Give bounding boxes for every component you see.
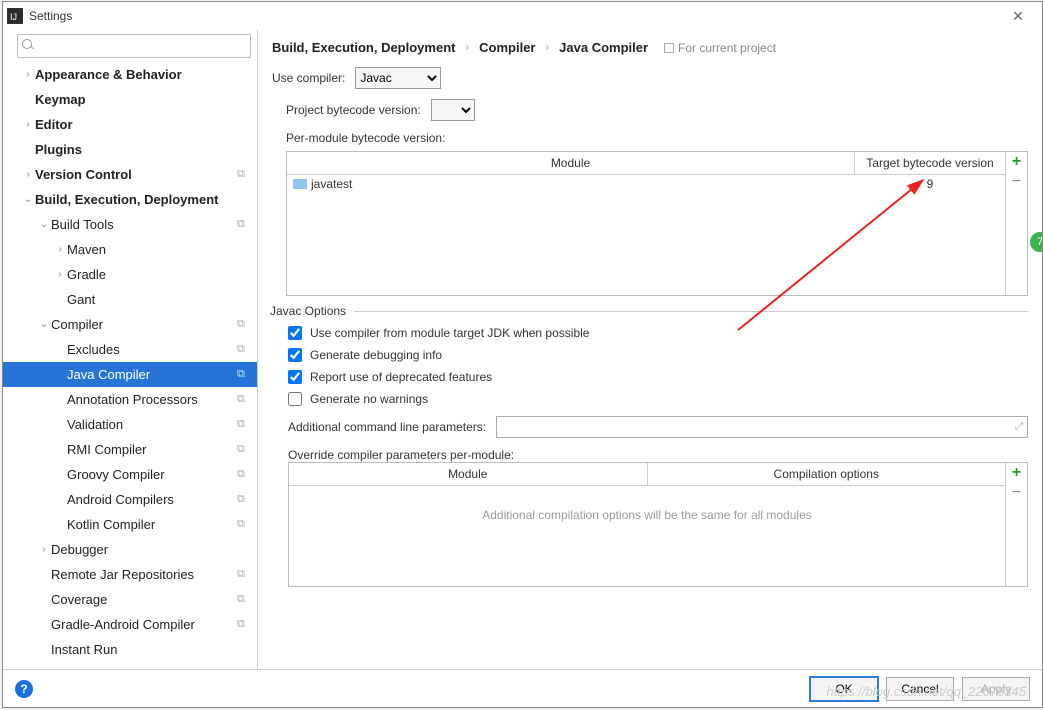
- use-compiler-row: Use compiler: Javac: [272, 67, 1028, 89]
- tree-gradle[interactable]: ›Gradle: [3, 262, 257, 287]
- tree-gradle-android[interactable]: Gradle-Android Compiler⧉: [3, 612, 257, 637]
- svg-text:IJ: IJ: [10, 12, 17, 22]
- copy-icon: ⧉: [237, 418, 251, 432]
- bytecode-section: Project bytecode version: Per-module byt…: [286, 99, 1028, 296]
- footer: ? OK Cancel Apply https://blog.csdn.net/…: [3, 669, 1042, 707]
- search-wrap: [3, 30, 257, 62]
- th-target: Target bytecode version: [855, 152, 1005, 174]
- tree-excludes[interactable]: Excludes⧉: [3, 337, 257, 362]
- copy-icon: ⧉: [237, 468, 251, 482]
- use-compiler-select[interactable]: Javac: [355, 67, 441, 89]
- copy-icon: ⧉: [237, 593, 251, 607]
- copy-icon: ⧉: [237, 343, 251, 357]
- copy-icon: ⧉: [237, 318, 251, 332]
- tree-gant[interactable]: Gant: [3, 287, 257, 312]
- chevron-right-icon: ›: [465, 42, 469, 54]
- remove-button[interactable]: −: [1007, 483, 1027, 503]
- add-button[interactable]: +: [1007, 463, 1027, 483]
- empty-hint: Additional compilation options will be t…: [289, 486, 1005, 544]
- copy-icon: ⧉: [237, 493, 251, 507]
- tree-compiler[interactable]: ⌄Compiler⧉: [3, 312, 257, 337]
- copy-icon: ⧉: [237, 368, 251, 382]
- param-label: Additional command line parameters:: [288, 420, 486, 434]
- override-table: Module Compilation options Additional co…: [288, 462, 1028, 587]
- remove-button[interactable]: −: [1007, 172, 1027, 192]
- tree-maven[interactable]: ›Maven: [3, 237, 257, 262]
- copy-icon: ⧉: [237, 443, 251, 457]
- tree-bed[interactable]: ⌄Build, Execution, Deployment: [3, 187, 257, 212]
- per-module-table: Module Target bytecode version javatest …: [286, 151, 1028, 296]
- settings-window: IJ Settings ✕ ›Appearance & Behavior Key…: [2, 1, 1043, 708]
- opt-use-module-jdk[interactable]: [288, 326, 302, 340]
- param-input[interactable]: ⤢: [496, 416, 1028, 438]
- copy-icon: ⧉: [237, 618, 251, 632]
- expand-icon[interactable]: ⤢: [1015, 421, 1023, 432]
- search-input[interactable]: [17, 34, 251, 58]
- opt-deprecated[interactable]: [288, 370, 302, 384]
- copy-icon: [664, 43, 674, 53]
- help-icon[interactable]: ?: [15, 680, 33, 698]
- tree-editor[interactable]: ›Editor: [3, 112, 257, 137]
- override-label: Override compiler parameters per-module:: [288, 448, 1028, 462]
- tree-annotation[interactable]: Annotation Processors⧉: [3, 387, 257, 412]
- tree-rmi[interactable]: RMI Compiler⧉: [3, 437, 257, 462]
- opt-debug-info[interactable]: [288, 348, 302, 362]
- module-name: javatest: [311, 177, 352, 191]
- opt-no-warnings[interactable]: [288, 392, 302, 406]
- tree-remote-jar[interactable]: Remote Jar Repositories⧉: [3, 562, 257, 587]
- use-compiler-label: Use compiler:: [272, 71, 345, 85]
- copy-icon: ⧉: [237, 393, 251, 407]
- cancel-button[interactable]: Cancel: [886, 677, 954, 701]
- add-button[interactable]: +: [1007, 152, 1027, 172]
- settings-tree: ›Appearance & Behavior Keymap ›Editor Pl…: [3, 62, 257, 670]
- chevron-right-icon: ›: [545, 42, 549, 54]
- tree-vcs[interactable]: ›Version Control⧉: [3, 162, 257, 187]
- tree-appearance[interactable]: ›Appearance & Behavior: [3, 62, 257, 87]
- copy-icon: ⧉: [237, 518, 251, 532]
- copy-icon: ⧉: [237, 218, 251, 232]
- tree-debugger[interactable]: ›Debugger: [3, 537, 257, 562]
- tree-kotlin[interactable]: Kotlin Compiler⧉: [3, 512, 257, 537]
- tree-java-compiler[interactable]: Java Compiler⧉: [3, 362, 257, 387]
- breadcrumb-item[interactable]: Build, Execution, Deployment: [272, 40, 455, 55]
- tree-coverage[interactable]: Coverage⧉: [3, 587, 257, 612]
- tree-instant-run[interactable]: Instant Run: [3, 637, 257, 662]
- module-icon: [293, 179, 307, 189]
- sidebar: ›Appearance & Behavior Keymap ›Editor Pl…: [3, 30, 258, 670]
- breadcrumb: Build, Execution, Deployment › Compiler …: [272, 40, 1028, 55]
- target-version[interactable]: 9: [855, 175, 1005, 193]
- tree-android[interactable]: Android Compilers⧉: [3, 487, 257, 512]
- ok-button[interactable]: OK: [810, 677, 878, 701]
- tree-plugins[interactable]: Plugins: [3, 137, 257, 162]
- tree-validation[interactable]: Validation⧉: [3, 412, 257, 437]
- close-icon[interactable]: ✕: [998, 8, 1038, 25]
- main-panel: Build, Execution, Deployment › Compiler …: [258, 30, 1042, 670]
- apply-button[interactable]: Apply: [962, 677, 1030, 701]
- status-badge: 7: [1028, 230, 1042, 254]
- app-icon: IJ: [7, 8, 23, 24]
- window-title: Settings: [29, 9, 998, 23]
- project-bytecode-label: Project bytecode version:: [286, 103, 421, 117]
- scope-label: For current project: [664, 41, 776, 55]
- javac-options-section: Javac Options: [270, 304, 1028, 318]
- th-options: Compilation options: [648, 463, 1006, 485]
- content: ›Appearance & Behavior Keymap ›Editor Pl…: [3, 30, 1042, 670]
- tree-build-tools[interactable]: ⌄Build Tools⧉: [3, 212, 257, 237]
- th-module: Module: [289, 463, 648, 485]
- tree-groovy[interactable]: Groovy Compiler⧉: [3, 462, 257, 487]
- copy-icon: ⧉: [237, 168, 251, 182]
- tree-keymap[interactable]: Keymap: [3, 87, 257, 112]
- table-row[interactable]: javatest 9: [287, 175, 1005, 193]
- breadcrumb-item: Java Compiler: [559, 40, 648, 55]
- project-bytecode-select[interactable]: [431, 99, 475, 121]
- per-module-label: Per-module bytecode version:: [286, 131, 1028, 145]
- titlebar: IJ Settings ✕: [3, 2, 1042, 30]
- th-module: Module: [287, 152, 855, 174]
- breadcrumb-item[interactable]: Compiler: [479, 40, 535, 55]
- copy-icon: ⧉: [237, 568, 251, 582]
